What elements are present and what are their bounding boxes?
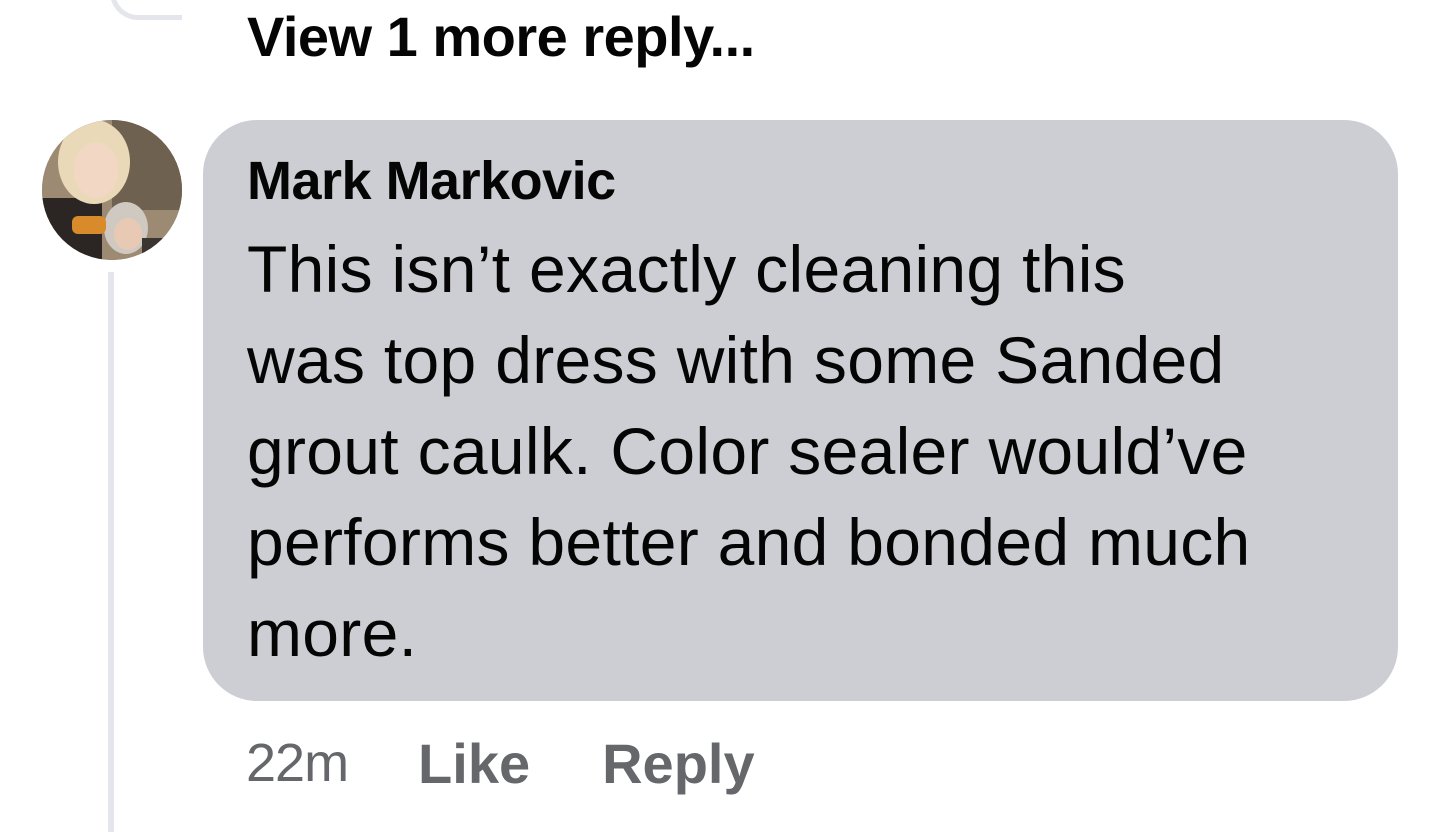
comment-bubble: Mark Markovic This isn’t exactly cleanin… [203,120,1398,701]
thread-connector-line [108,272,114,832]
like-button[interactable]: Like [418,731,530,796]
thread-connector-curve [110,0,182,20]
reply-button[interactable]: Reply [602,731,755,796]
comment-text: This isn’t exactly cleaning this was top… [247,232,1251,670]
profile-photo-image [42,120,182,260]
comment-author-name[interactable]: Mark Markovic [247,148,1358,214]
comment-actions: 22m Like Reply [246,728,755,798]
comment-timestamp[interactable]: 22m [246,732,349,794]
view-more-replies-link[interactable]: View 1 more reply... [247,4,755,70]
avatar[interactable] [42,120,182,260]
